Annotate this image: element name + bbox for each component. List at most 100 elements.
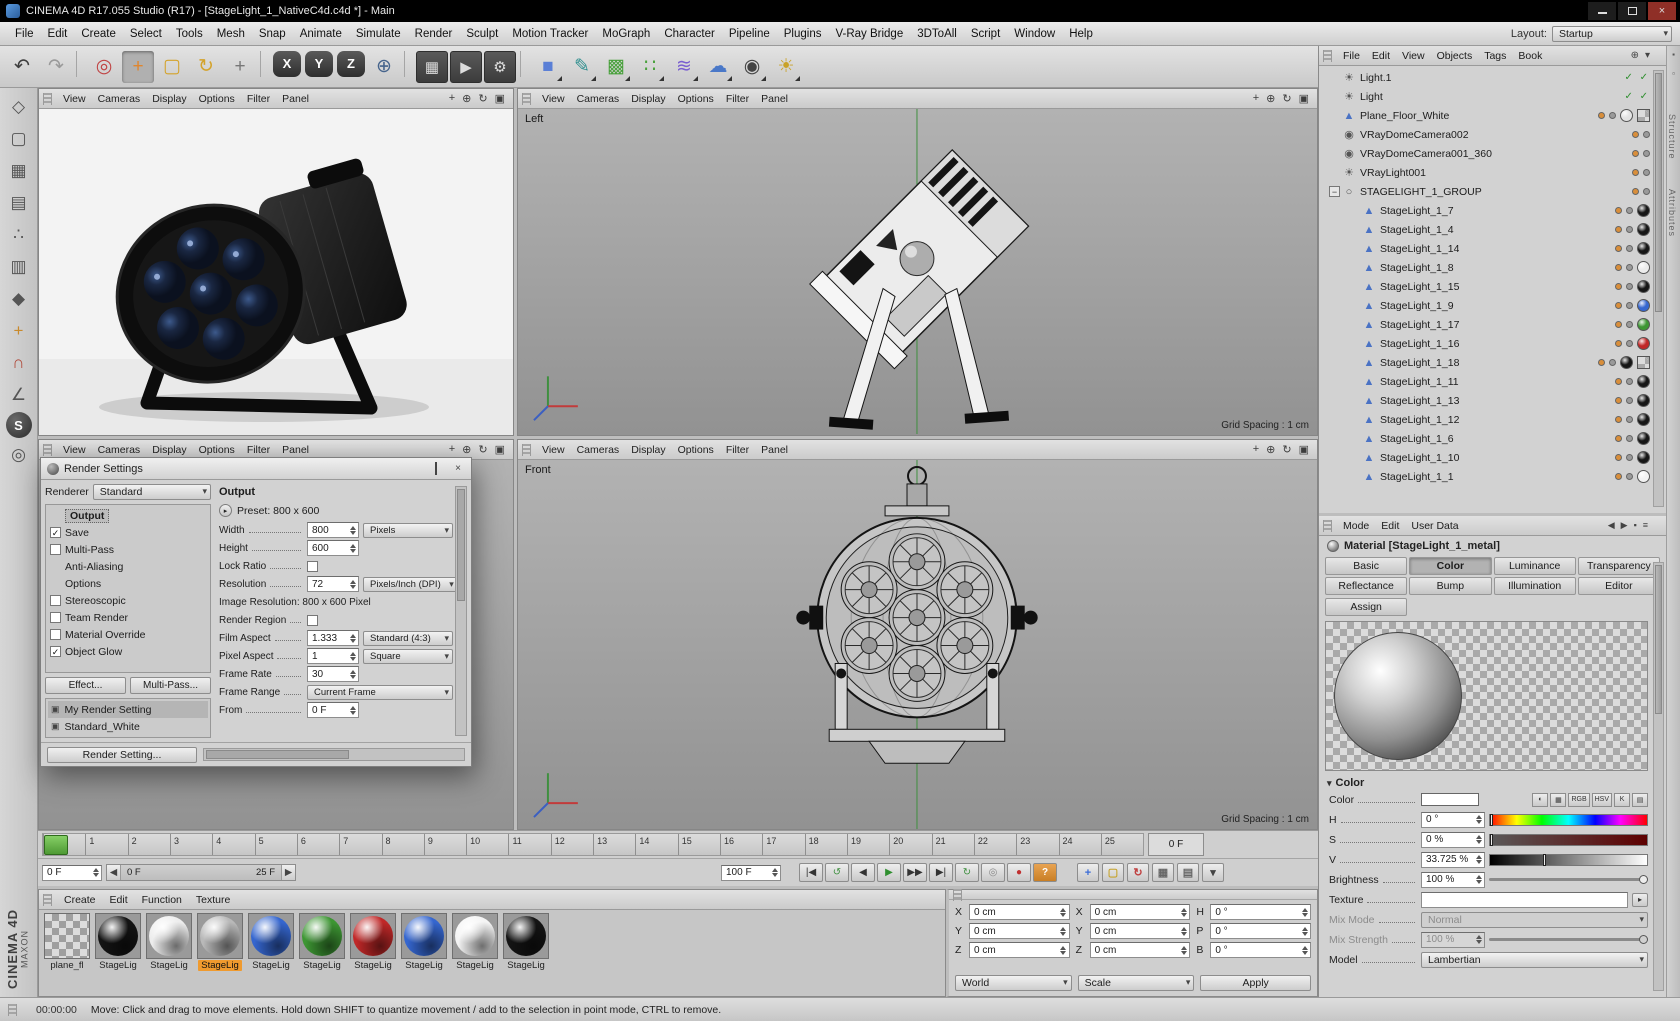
expander-icon[interactable] xyxy=(1349,376,1360,387)
material-channel-tab[interactable]: Reflectance xyxy=(1325,577,1408,595)
viewport-menu-item[interactable]: Panel xyxy=(276,444,315,456)
attribute-menu-item[interactable]: User Data xyxy=(1405,520,1464,532)
settings-tree-item[interactable]: Multi-Pass xyxy=(48,541,208,558)
render-setting-button[interactable]: Render Setting... xyxy=(47,746,197,763)
layout-dropdown[interactable]: Startup xyxy=(1552,25,1672,42)
viewport-menu-item[interactable]: Panel xyxy=(755,444,794,456)
toggle-view-icon[interactable]: ▣ xyxy=(1299,92,1309,105)
tree-checkbox[interactable] xyxy=(50,646,61,657)
settings-tree-item[interactable]: Object Glow xyxy=(48,643,208,660)
pixel-aspect-field[interactable]: 1 xyxy=(307,648,359,664)
keyframe-selection-icon[interactable]: ▤ xyxy=(1177,863,1199,882)
play-button[interactable]: ▶ xyxy=(877,863,901,882)
menu-item[interactable]: Animate xyxy=(293,25,349,43)
object-name[interactable]: Light.1 xyxy=(1360,72,1392,84)
multipass-button[interactable]: Multi-Pass... xyxy=(130,677,211,694)
object-name[interactable]: VRayLight001 xyxy=(1360,167,1426,179)
frame-ruler[interactable]: 0123456789101112131415161718192021222324… xyxy=(42,833,1144,856)
viewport-solo-icon[interactable]: ◎ xyxy=(4,440,34,470)
material-tag-icon[interactable] xyxy=(1637,337,1651,350)
expander-icon[interactable] xyxy=(1349,338,1360,349)
redo-icon[interactable]: ↷ xyxy=(40,51,72,83)
menu-item[interactable]: V-Ray Bridge xyxy=(828,25,910,43)
lock-z-axis-icon[interactable]: Z xyxy=(337,50,365,77)
menu-item[interactable]: Tools xyxy=(169,25,210,43)
object-row[interactable]: ▲ StageLight_1_12 xyxy=(1319,410,1666,429)
playhead[interactable] xyxy=(44,835,68,855)
tree-checkbox[interactable] xyxy=(50,544,61,555)
editor-visibility-dot[interactable] xyxy=(1632,188,1640,195)
menu-item[interactable]: Help xyxy=(1062,25,1100,43)
texture-tag-icon[interactable] xyxy=(1637,356,1651,369)
object-manager-scrollbar[interactable] xyxy=(1653,70,1665,507)
subdivision-surface-icon[interactable]: ▩ xyxy=(600,51,632,83)
range-end-field[interactable]: 100 F xyxy=(721,864,781,881)
expander-icon[interactable] xyxy=(1349,205,1360,216)
render-visibility-dot[interactable] xyxy=(1626,264,1634,271)
object-manager-menu-item[interactable]: Edit xyxy=(1366,50,1396,62)
material-tag-icon[interactable] xyxy=(1637,280,1651,293)
resolution-field[interactable]: 72 xyxy=(307,576,359,592)
tree-checkbox[interactable] xyxy=(50,629,61,640)
render-visibility-dot[interactable] xyxy=(1626,473,1634,480)
record-scale-icon[interactable]: ▢ xyxy=(1102,863,1124,882)
render-visibility-dot[interactable] xyxy=(1626,397,1634,404)
viewport-menu-item[interactable]: Filter xyxy=(241,93,276,105)
brightness-slider[interactable] xyxy=(1489,873,1649,886)
saturation-gradient-bar[interactable] xyxy=(1489,833,1649,846)
last-tool-icon[interactable]: + xyxy=(224,51,256,83)
editor-visibility-dot[interactable] xyxy=(1632,150,1640,157)
hue-field[interactable]: 0 ° xyxy=(1421,811,1485,828)
viewport-menu-item[interactable]: Filter xyxy=(241,444,276,456)
viewport-menu-item[interactable]: Options xyxy=(672,444,720,456)
material-tag-icon[interactable] xyxy=(1637,394,1651,407)
range-right-arrow[interactable]: ▶ xyxy=(281,865,295,880)
settings-tree-item[interactable]: Stereoscopic xyxy=(48,592,208,609)
rotation-field[interactable]: 0 ° xyxy=(1210,923,1312,939)
object-manager-menu-item[interactable]: Book xyxy=(1512,50,1548,62)
material-menu-item[interactable]: Create xyxy=(57,894,103,906)
size-mode-dropdown[interactable]: Scale xyxy=(1077,975,1195,991)
prev-key-button[interactable]: ↺ xyxy=(825,863,849,882)
dock-side-tab[interactable]: Structure xyxy=(1667,114,1677,160)
points-mode-icon[interactable]: ∴ xyxy=(4,220,34,250)
camera-icon[interactable]: ◉ xyxy=(736,51,768,83)
material-menu-item[interactable]: Edit xyxy=(103,894,135,906)
dialog-maximize-button[interactable] xyxy=(429,462,443,475)
section-expander-icon[interactable]: ▾ xyxy=(1327,778,1332,789)
expander-icon[interactable] xyxy=(1329,129,1340,140)
attribute-menu-item[interactable]: Edit xyxy=(1375,520,1405,532)
menu-item[interactable]: MoGraph xyxy=(595,25,657,43)
editor-visibility-dot[interactable] xyxy=(1615,416,1623,423)
object-row[interactable]: ▲ StageLight_1_1 xyxy=(1319,467,1666,486)
renderer-dropdown[interactable]: Standard xyxy=(92,484,211,500)
record-parameter-icon[interactable]: ▦ xyxy=(1152,863,1174,882)
width-field[interactable]: 800 xyxy=(307,522,359,538)
menu-item[interactable]: Snap xyxy=(252,25,293,43)
material-name[interactable]: StageLig xyxy=(402,960,446,971)
edges-mode-icon[interactable]: ▥ xyxy=(4,252,34,282)
workplane-icon[interactable]: ▤ xyxy=(4,188,34,218)
rotate-view-icon[interactable]: ↻ xyxy=(478,443,487,456)
viewport-menu-item[interactable]: Options xyxy=(672,93,720,105)
zoom-view-icon[interactable]: ⊕ xyxy=(1266,443,1275,456)
object-row[interactable]: ▲ StageLight_1_16 xyxy=(1319,334,1666,353)
object-name[interactable]: StageLight_1_17 xyxy=(1380,319,1459,331)
texture-browse-button[interactable]: ▸ xyxy=(1632,892,1649,907)
viewport-menu-item[interactable]: Display xyxy=(625,93,671,105)
menu-item[interactable]: Character xyxy=(657,25,722,43)
object-row[interactable]: ◉ VRayDomeCamera001_360 xyxy=(1319,144,1666,163)
pan-view-icon[interactable]: + xyxy=(1253,92,1259,105)
object-row[interactable]: ☀ Light.1 ✓ ✓ xyxy=(1319,68,1666,87)
editor-visibility-dot[interactable] xyxy=(1615,454,1623,461)
back-icon[interactable]: ◀ xyxy=(1608,520,1615,531)
size-field[interactable]: 0 cm xyxy=(1089,942,1191,958)
object-name[interactable]: StageLight_1_4 xyxy=(1380,224,1454,236)
saturation-field[interactable]: 0 % xyxy=(1421,831,1485,848)
material-name[interactable]: StageLig xyxy=(198,960,242,971)
frame-rate-field[interactable]: 30 xyxy=(307,666,359,682)
object-name[interactable]: Light xyxy=(1360,91,1383,103)
goto-end-button[interactable]: ▶| xyxy=(929,863,953,882)
menu-item[interactable]: Create xyxy=(74,25,123,43)
editor-visibility-dot[interactable] xyxy=(1615,264,1623,271)
